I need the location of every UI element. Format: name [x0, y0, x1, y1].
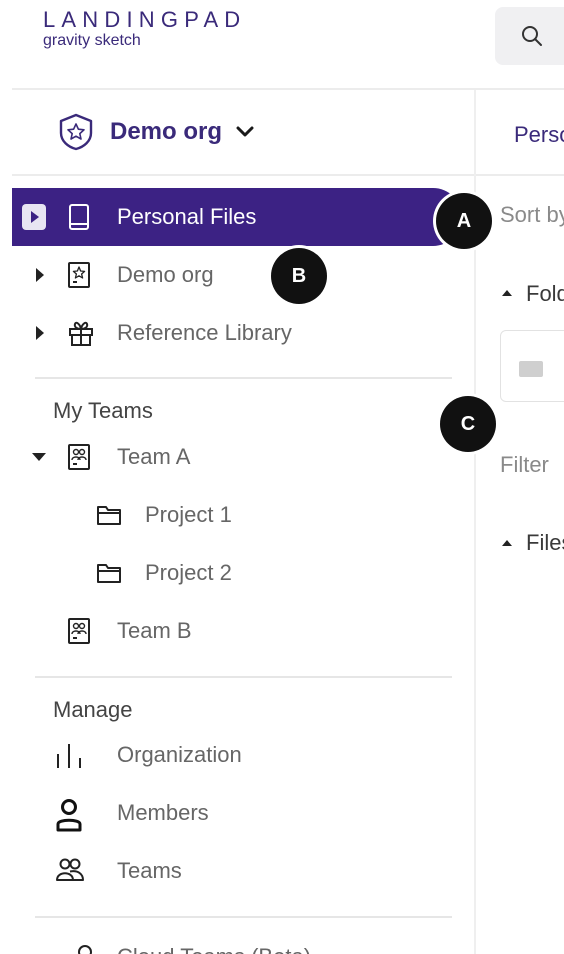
team-icon — [68, 618, 90, 644]
main-divider — [476, 174, 564, 176]
org-star-icon — [68, 262, 90, 288]
sidebar-item-label: Members — [117, 800, 209, 825]
sidebar-item-team-b[interactable]: Team B — [12, 602, 462, 660]
sidebar-item-label: Demo org — [117, 262, 214, 287]
org-switcher[interactable]: Demo org — [58, 112, 254, 152]
caret-right-icon — [31, 211, 39, 223]
header-divider — [12, 88, 564, 90]
gift-icon — [69, 321, 93, 346]
sidebar-item-label: Project 1 — [145, 502, 232, 527]
folder-card[interactable] — [500, 330, 564, 402]
sidebar-item-cloud-teams[interactable]: Cloud Teams (Beta) — [12, 938, 462, 954]
section-divider — [35, 916, 452, 918]
org-shield-icon — [59, 113, 93, 151]
sidebar-item-project-2[interactable]: Project 2 — [12, 544, 462, 602]
folder-icon — [519, 361, 543, 377]
sidebar-item-label: Organization — [117, 742, 242, 767]
bar-chart-icon — [57, 744, 81, 768]
sidebar-item-project-1[interactable]: Project 1 — [12, 486, 462, 544]
sidebar-item-label: Cloud Teams (Beta) — [117, 944, 311, 954]
sort-by-label[interactable]: Sort by — [500, 202, 564, 228]
search-input[interactable] — [495, 7, 564, 65]
person-icon — [56, 799, 82, 832]
folders-section-label[interactable]: Folders — [526, 281, 564, 307]
cloud-icon — [78, 945, 92, 954]
tablet-icon — [69, 204, 89, 230]
org-divider — [12, 174, 474, 176]
section-title-my-teams: My Teams — [53, 398, 153, 423]
caret-up-icon[interactable] — [500, 288, 514, 298]
caret-up-icon[interactable] — [500, 538, 514, 548]
app-root: LANDINGPAD gravity sketch Demo org Perso… — [0, 0, 564, 954]
annotation-badge-b: B — [271, 248, 327, 304]
logo-subtitle: gravity sketch — [43, 32, 141, 49]
sidebar-item-label: Team B — [117, 618, 192, 643]
caret-right-icon[interactable] — [34, 265, 46, 285]
sidebar-item-organization[interactable]: Organization — [12, 726, 462, 784]
chevron-down-icon — [236, 126, 254, 137]
filter-label[interactable]: Filter — [500, 452, 549, 478]
tab-personal-files[interactable]: Personal Files — [514, 122, 564, 148]
logo-wordmark: LANDINGPAD — [43, 7, 247, 32]
caret-right-icon[interactable] — [34, 323, 46, 343]
sidebar-item-label: Personal Files — [117, 204, 257, 229]
sidebar-item-members[interactable]: Members — [12, 784, 462, 842]
sidebar-item-team-a[interactable]: Team A — [12, 428, 462, 486]
people-icon — [56, 858, 84, 881]
folder-icon — [97, 506, 121, 525]
sidebar-item-demo-org[interactable]: Demo org — [12, 246, 462, 304]
search-icon — [522, 26, 542, 46]
sidebar-item-label: Reference Library — [117, 320, 292, 345]
annotation-badge-c: C — [440, 396, 496, 452]
folder-icon — [97, 564, 121, 583]
team-icon — [68, 444, 90, 470]
files-section-label[interactable]: Files — [526, 530, 564, 556]
sidebar-item-label: Team A — [117, 444, 191, 469]
section-title-manage: Manage — [53, 697, 133, 722]
annotation-badge-a: A — [436, 193, 492, 249]
sidebar-item-personal-files[interactable]: Personal Files — [12, 188, 462, 246]
org-name: Demo org — [110, 118, 223, 145]
sidebar-item-label: Teams — [117, 858, 182, 883]
section-divider — [35, 676, 452, 678]
sidebar-item-reference-library[interactable]: Reference Library — [12, 304, 462, 362]
sidebar-item-teams[interactable]: Teams — [12, 842, 462, 900]
app-logo[interactable]: LANDINGPAD gravity sketch — [43, 7, 246, 50]
expand-toggle[interactable] — [22, 204, 46, 230]
caret-down-icon[interactable] — [30, 450, 48, 464]
section-divider — [35, 377, 452, 379]
sidebar-item-label: Project 2 — [145, 560, 232, 585]
